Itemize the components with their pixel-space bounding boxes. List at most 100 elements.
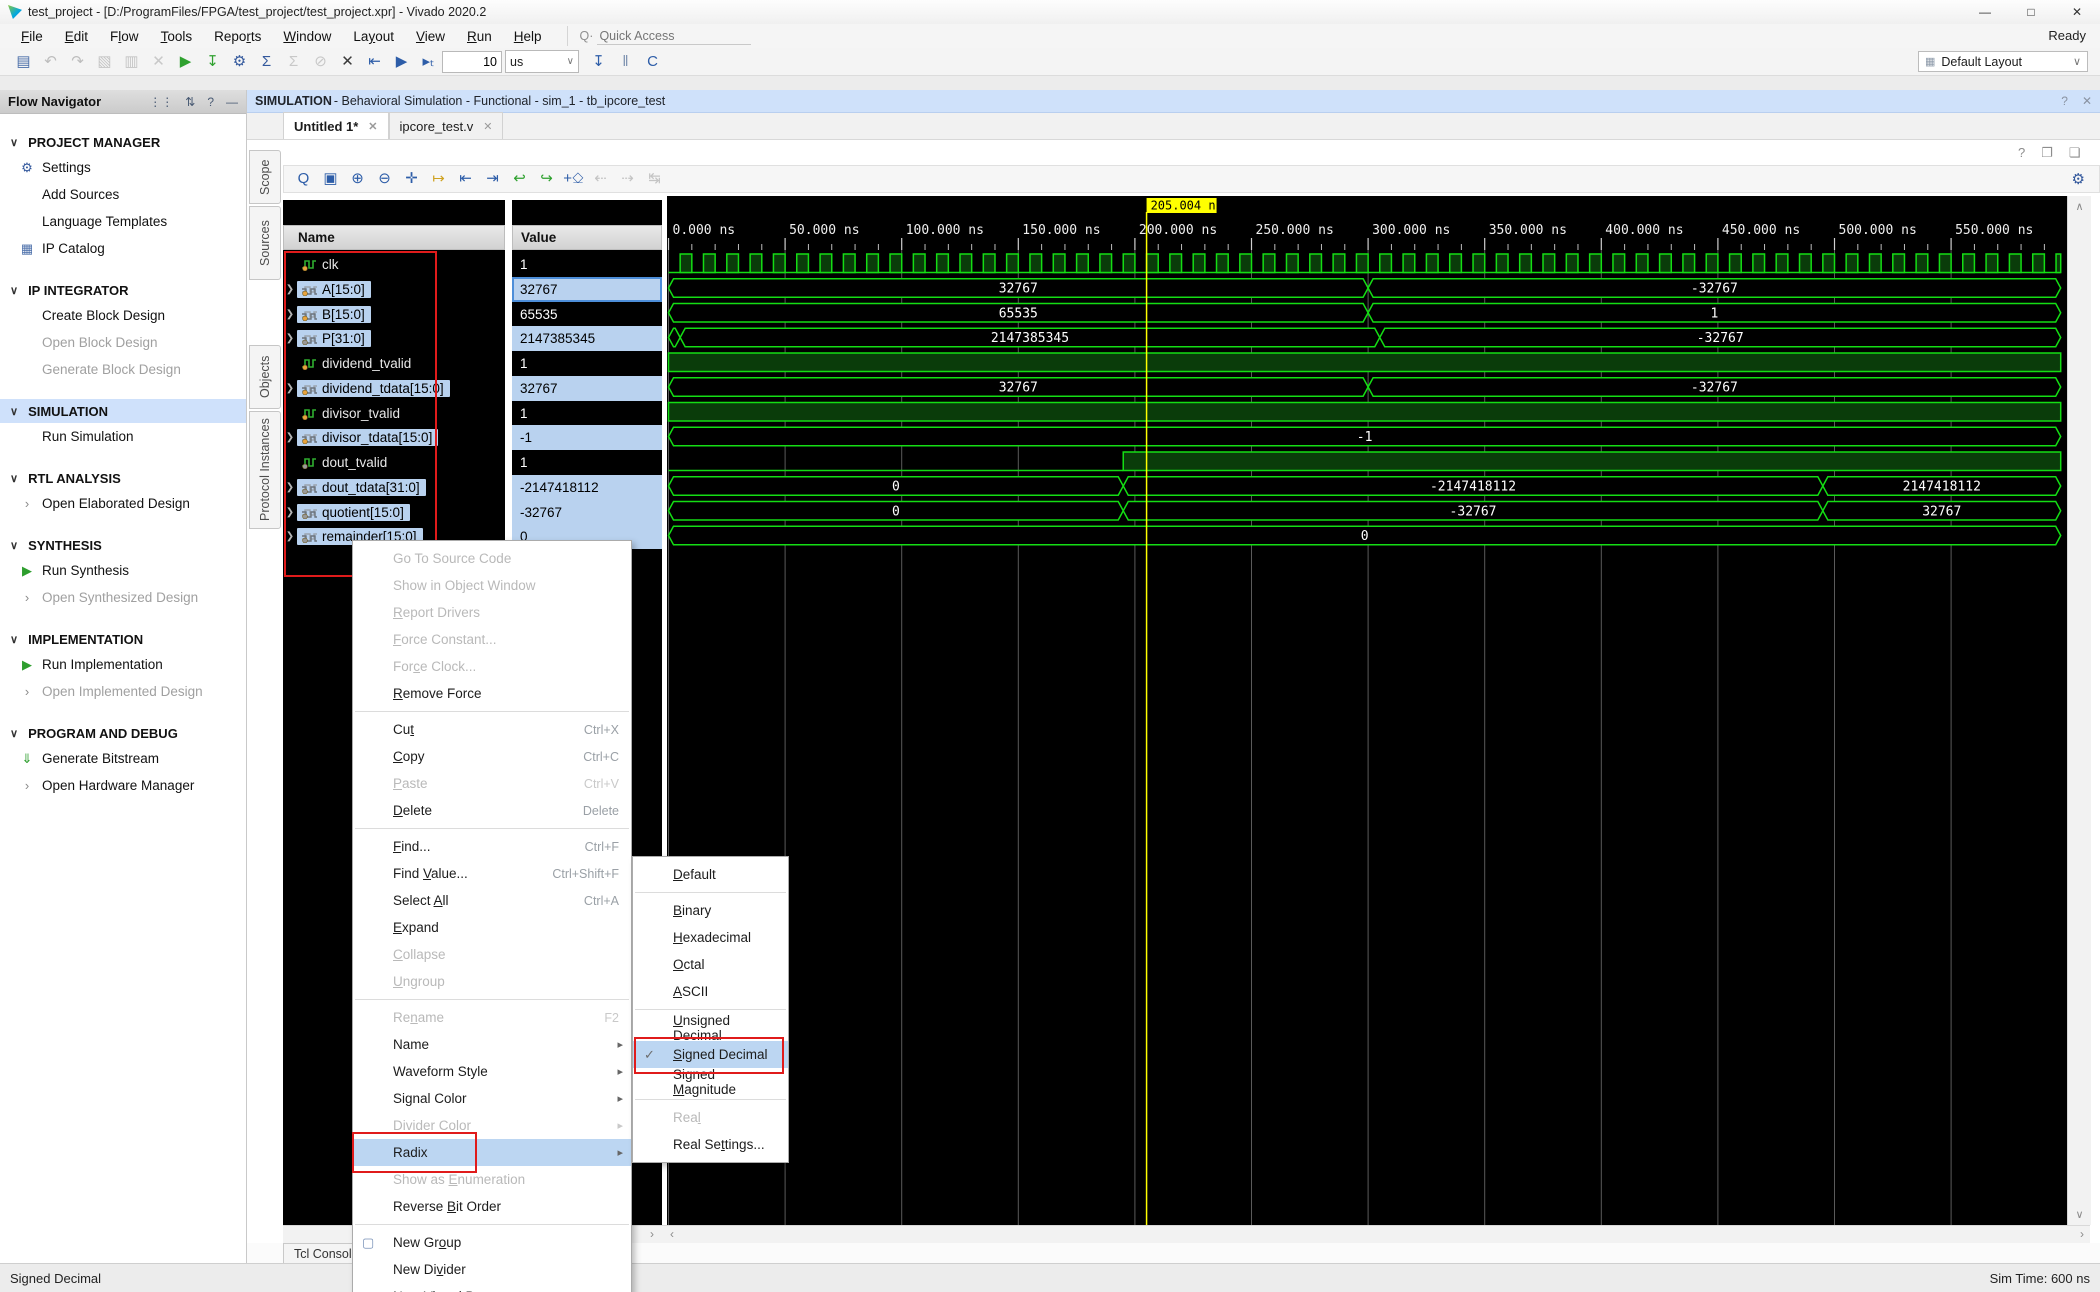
signal-value-b-15-0[interactable]: 65535 xyxy=(512,302,662,327)
float-icon[interactable]: ❐ xyxy=(2041,145,2053,161)
menu-item-cut[interactable]: CutCtrl+X xyxy=(353,716,631,743)
flow-item-language-templates[interactable]: Language Templates xyxy=(0,208,246,235)
name-column-header[interactable]: Name xyxy=(283,225,505,250)
minimize-icon[interactable]: — xyxy=(1962,0,2008,24)
menu-item-copy[interactable]: CopyCtrl+C xyxy=(353,743,631,770)
menu-item-ascii[interactable]: ASCII xyxy=(633,978,788,1005)
prev-marker-icon[interactable]: ⇠ xyxy=(587,166,614,192)
flow-item-ip-catalog[interactable]: ▦IP Catalog xyxy=(0,235,246,262)
menu-item-paste[interactable]: PasteCtrl+V xyxy=(353,770,631,797)
updown-icon[interactable]: ⇅ xyxy=(185,95,195,109)
flow-section-header-simulation[interactable]: ∨SIMULATION xyxy=(0,399,246,423)
menu-item-reverse-bit-order[interactable]: Reverse Bit Order xyxy=(353,1193,631,1220)
signal-value-quotient-15-0[interactable]: -32767 xyxy=(512,500,662,525)
menu-item-default[interactable]: Default xyxy=(633,861,788,888)
flow-section-header-rtl-analysis[interactable]: ∨RTL ANALYSIS xyxy=(0,466,246,490)
zoom-out-icon[interactable]: ⊖ xyxy=(371,166,398,192)
menu-item-signal-color[interactable]: Signal Color▸ xyxy=(353,1085,631,1112)
menu-item-show-in-object-window[interactable]: Show in Object Window xyxy=(353,572,631,599)
flow-section-header-ip-integrator[interactable]: ∨IP INTEGRATOR xyxy=(0,278,246,302)
generate-step-icon[interactable]: ↧ xyxy=(199,49,226,75)
expand-chevron-icon[interactable]: ❯ xyxy=(283,482,297,493)
maximize-icon[interactable]: □ xyxy=(2008,0,2054,24)
signal-row-b-15-0[interactable]: ❯ B[15:0] xyxy=(283,302,505,327)
open-project-icon[interactable]: ▤ xyxy=(10,49,37,75)
next-transition-icon[interactable]: ⇥ xyxy=(479,166,506,192)
flow-section-header-project-manager[interactable]: ∨PROJECT MANAGER xyxy=(0,130,246,154)
scroll-down-icon[interactable]: ∨ xyxy=(2068,1208,2091,1221)
flow-section-header-synthesis[interactable]: ∨SYNTHESIS xyxy=(0,533,246,557)
next-marker-icon[interactable]: ⇢ xyxy=(614,166,641,192)
splitter-right-icon[interactable]: › xyxy=(650,1227,654,1241)
flow-item-open-synthesized-design[interactable]: ›Open Synthesized Design xyxy=(0,584,246,611)
signal-row-dout-tvalid[interactable]: dout_tvalid xyxy=(283,450,505,475)
side-tab-protocol-instances[interactable]: Protocol Instances xyxy=(249,411,281,529)
menu-item-show-as-enumeration[interactable]: Show as Enumeration xyxy=(353,1166,631,1193)
edit-disabled-icon[interactable]: ⊘ xyxy=(307,49,334,75)
flow-item-add-sources[interactable]: Add Sources xyxy=(0,181,246,208)
flow-item-generate-bitstream[interactable]: ⇓Generate Bitstream xyxy=(0,745,246,772)
help-icon[interactable]: ? xyxy=(207,95,214,109)
paste-icon[interactable]: ▥ xyxy=(118,49,145,75)
flow-item-settings[interactable]: ⚙Settings xyxy=(0,154,246,181)
menu-reports[interactable]: Reports xyxy=(203,29,272,44)
menu-item-waveform-style[interactable]: Waveform Style▸ xyxy=(353,1058,631,1085)
signal-row-p-31-0[interactable]: ❯ P[31:0] xyxy=(283,326,505,351)
menu-item-find-value[interactable]: Find Value...Ctrl+Shift+F xyxy=(353,860,631,887)
layout-selector[interactable]: ▦ Default Layout ∨ xyxy=(1918,51,2088,72)
signal-value-p-31-0[interactable]: 2147385345 xyxy=(512,326,662,351)
previous-edge-icon[interactable]: ↩ xyxy=(506,166,533,192)
save-icon[interactable]: ▣ xyxy=(317,166,344,192)
side-tab-scope[interactable]: Scope xyxy=(249,150,281,204)
signal-row-dividend-tdata-15-0[interactable]: ❯ dividend_tdata[15:0] xyxy=(283,376,505,401)
menu-run[interactable]: Run xyxy=(456,29,503,44)
tab-ipcore-test-v[interactable]: ipcore_test.v ✕ xyxy=(389,112,504,139)
copy-icon[interactable]: ▧ xyxy=(91,49,118,75)
flow-item-open-implemented-design[interactable]: ›Open Implemented Design xyxy=(0,678,246,705)
menu-item-new-virtual-bus[interactable]: ∿New Virtual Bus xyxy=(353,1283,631,1292)
zoom-in-icon[interactable]: ⊕ xyxy=(344,166,371,192)
break-pause-icon[interactable]: ‖ xyxy=(612,49,639,75)
quick-access-input[interactable] xyxy=(597,28,751,45)
restart-icon[interactable]: ⇤ xyxy=(361,49,388,75)
menu-item-signed-magnitude[interactable]: Signed Magnitude xyxy=(633,1068,788,1095)
signal-row-quotient-15-0[interactable]: ❯ quotient[15:0] xyxy=(283,500,505,525)
scroll-right-icon[interactable]: › xyxy=(2080,1227,2084,1241)
tab-untitled-1-[interactable]: Untitled 1* ✕ xyxy=(283,112,389,139)
menu-window[interactable]: Window xyxy=(272,29,342,44)
menu-item-report-drivers[interactable]: Report Drivers xyxy=(353,599,631,626)
signal-value-divisor-tdata-15-0[interactable]: -1 xyxy=(512,425,662,450)
simulation-time-input[interactable] xyxy=(442,51,502,73)
delete-icon[interactable]: ✕ xyxy=(145,49,172,75)
report-sum-icon[interactable]: Σ xyxy=(253,49,280,75)
splitter-left-icon[interactable]: ‹ xyxy=(670,1227,674,1241)
menu-item-signed-decimal[interactable]: ✓Signed Decimal xyxy=(633,1041,788,1068)
relaunch-icon[interactable]: C xyxy=(639,49,666,75)
minimize-icon[interactable]: — xyxy=(226,95,238,109)
menu-item-collapse[interactable]: Collapse xyxy=(353,941,631,968)
go-to-time-icon[interactable]: ↦ xyxy=(425,166,452,192)
close-x-icon[interactable]: ✕ xyxy=(334,49,361,75)
close-icon[interactable]: ✕ xyxy=(368,120,377,133)
close-icon[interactable]: ✕ xyxy=(2054,0,2100,24)
maximize-icon[interactable]: ❏ xyxy=(2069,145,2081,161)
flow-item-run-implementation[interactable]: ▶Run Implementation xyxy=(0,651,246,678)
scroll-up-icon[interactable]: ∧ xyxy=(2068,200,2091,213)
help-icon[interactable]: ? xyxy=(2018,145,2025,161)
step-to-icon[interactable]: ↧ xyxy=(585,49,612,75)
menu-item-new-divider[interactable]: New Divider xyxy=(353,1256,631,1283)
run-all-icon[interactable]: ▶ xyxy=(388,49,415,75)
menu-item-go-to-source-code[interactable]: Go To Source Code xyxy=(353,545,631,572)
menu-item-unsigned-decimal[interactable]: Unsigned Decimal xyxy=(633,1014,788,1041)
menu-item-expand[interactable]: Expand xyxy=(353,914,631,941)
menu-item-ungroup[interactable]: Ungroup xyxy=(353,968,631,995)
signal-value-a-15-0[interactable]: 32767 xyxy=(512,277,662,302)
close-icon[interactable]: ✕ xyxy=(2082,94,2092,108)
menu-item-hexadecimal[interactable]: Hexadecimal xyxy=(633,924,788,951)
flow-item-run-synthesis[interactable]: ▶Run Synthesis xyxy=(0,557,246,584)
flow-item-open-hardware-manager[interactable]: ›Open Hardware Manager xyxy=(0,772,246,799)
menu-view[interactable]: View xyxy=(405,29,456,44)
flow-item-open-block-design[interactable]: Open Block Design xyxy=(0,329,246,356)
zoom-fit-icon[interactable]: ✛ xyxy=(398,166,425,192)
signal-row-a-15-0[interactable]: ❯ A[15:0] xyxy=(283,277,505,302)
